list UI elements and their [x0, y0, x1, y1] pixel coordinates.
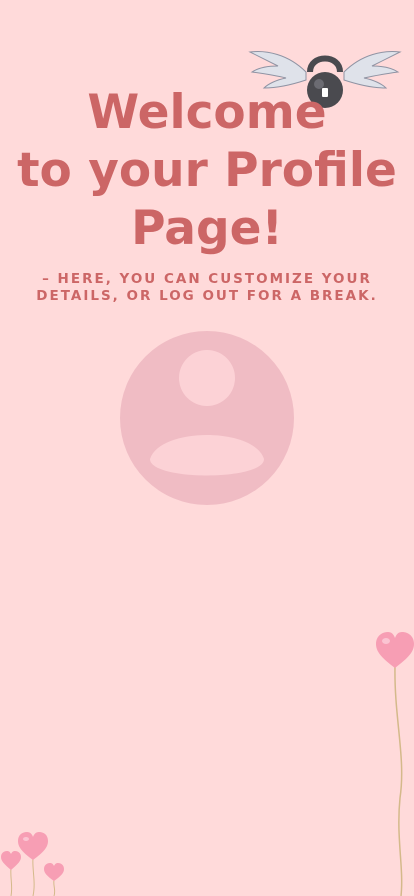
user-avatar-placeholder-icon[interactable] — [120, 331, 294, 505]
page-subtitle: – HERE, YOU CAN CUSTOMIZE YOUR DETAILS, … — [20, 271, 394, 305]
page-subtitle-line-1: – HERE, YOU CAN CUSTOMIZE YOUR — [42, 271, 372, 287]
heart-balloon-icon — [44, 863, 64, 896]
page-title: Welcome to your Profile Page! — [0, 84, 414, 258]
page-title-line-2: to your Profile — [17, 143, 397, 198]
page-subtitle-line-2: DETAILS, OR LOG OUT FOR A BREAK. — [36, 288, 378, 304]
page-title-line-1: Welcome — [87, 85, 327, 140]
page-title-line-3: Page! — [131, 201, 283, 256]
heart-balloon-icon — [376, 632, 414, 896]
